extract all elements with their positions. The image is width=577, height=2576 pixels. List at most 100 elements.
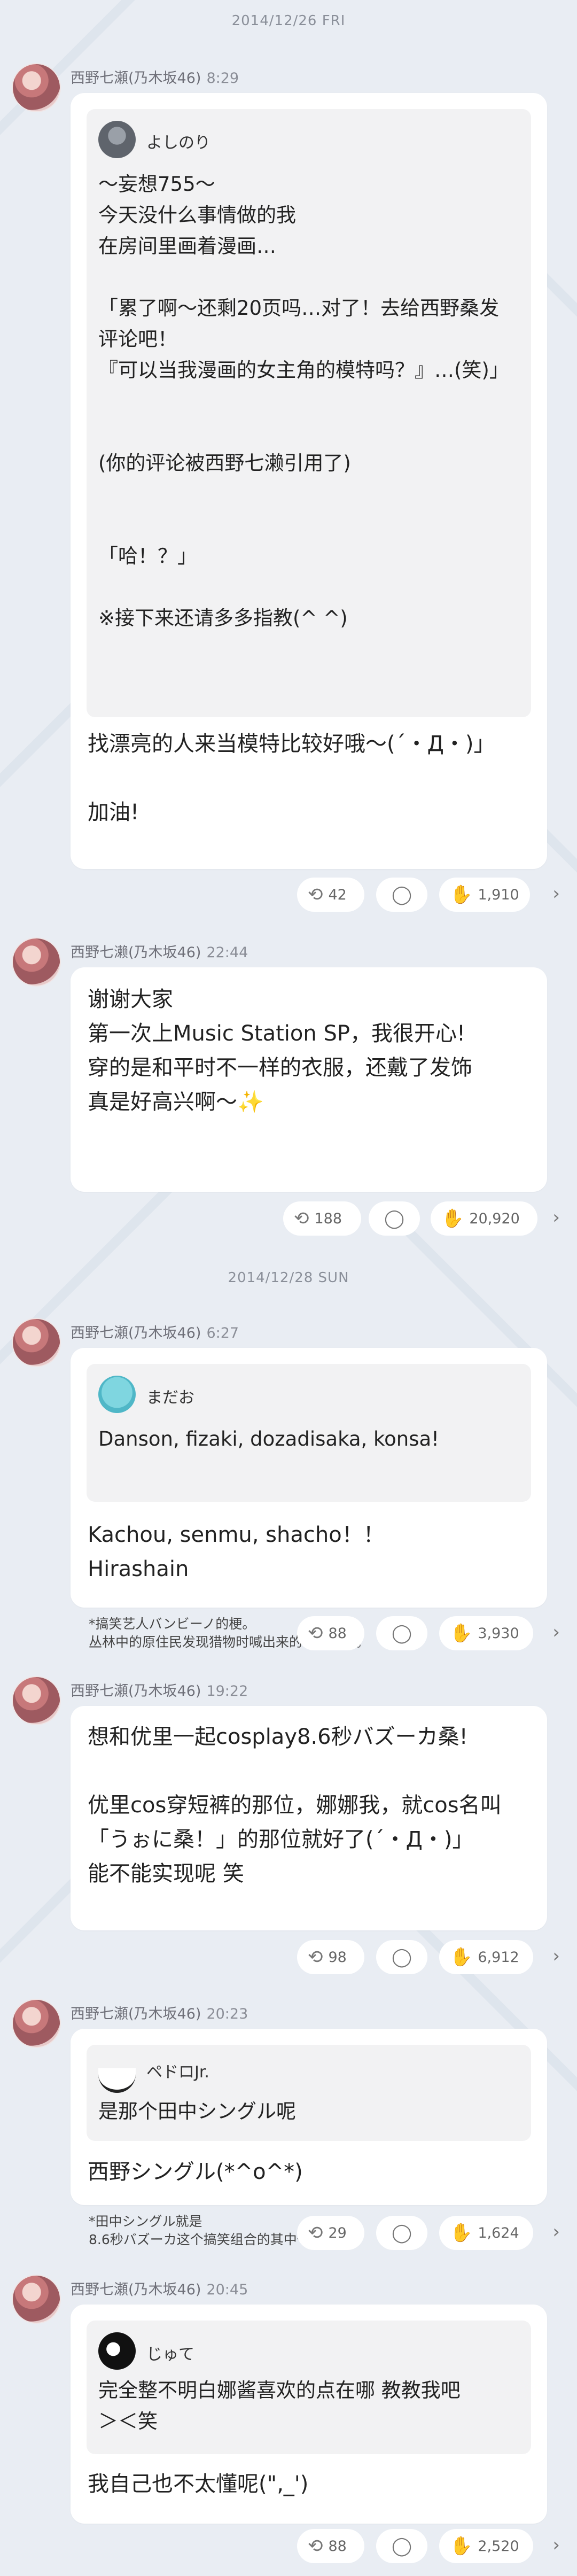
comment-icon: ◯ bbox=[391, 884, 412, 905]
like-count: 3,930 bbox=[478, 1625, 519, 1642]
post-text: Kachou, senmu, shacho！！ Hirashain bbox=[88, 1523, 385, 1581]
like-button[interactable]: ✋ 3,930 bbox=[439, 1616, 533, 1650]
post-author: 西野七瀬(乃木坂46) 8:29 bbox=[71, 66, 239, 87]
comment-icon: ◯ bbox=[391, 2535, 412, 2557]
quoted-comment[interactable]: ペドロJr. 是那个田中シングル呢 bbox=[87, 2045, 531, 2141]
post-actions: ⟲ 88 ◯ ✋ 3,930 › bbox=[0, 1616, 577, 1659]
avatar[interactable] bbox=[12, 2275, 61, 2324]
repost-count: 29 bbox=[328, 2224, 347, 2241]
avatar[interactable] bbox=[12, 1676, 61, 1725]
post-actions: ⟲ 98 ◯ ✋ 6,912 › bbox=[0, 1940, 577, 1983]
like-count: 2,520 bbox=[478, 2538, 519, 2555]
comment-icon: ◯ bbox=[384, 1208, 405, 1229]
post-time: 20:23 bbox=[206, 2006, 248, 2022]
like-count: 20,920 bbox=[469, 1210, 520, 1227]
repost-icon: ⟲ bbox=[294, 1208, 309, 1229]
quoted-comment[interactable]: じゅて 完全整不明白娜酱喜欢的点在哪 教教我吧 ＞＜笑 bbox=[87, 2321, 531, 2454]
comment-button[interactable]: ◯ bbox=[376, 2529, 427, 2563]
commenter-avatar bbox=[98, 1376, 136, 1413]
like-button[interactable]: ✋ 1,624 bbox=[439, 2216, 533, 2250]
clap-icon: ✋ bbox=[450, 2535, 473, 2557]
clap-icon: ✋ bbox=[450, 884, 473, 905]
date-separator: 2014/12/28 SUN bbox=[228, 1270, 349, 1286]
repost-icon: ⟲ bbox=[308, 884, 323, 905]
like-button[interactable]: ✋ 2,520 bbox=[439, 2529, 533, 2563]
post-text: 谢谢大家 第一次上Music Station SP，我很开心! 穿的是和平时不一… bbox=[88, 987, 472, 1114]
avatar[interactable] bbox=[12, 63, 61, 112]
post-author: 西野七瀬(乃木坂46) 20:23 bbox=[71, 2002, 248, 2023]
post-text: 找漂亮的人来当模特比较好哦〜(´・Д・)」 加油! bbox=[88, 732, 495, 825]
avatar[interactable] bbox=[12, 1999, 61, 2048]
post-card[interactable]: じゅて 完全整不明白娜酱喜欢的点在哪 教教我吧 ＞＜笑 我自己也不太懂呢("‚_… bbox=[71, 2305, 547, 2524]
comment-button[interactable]: ◯ bbox=[376, 1616, 427, 1650]
post-text: 想和优里一起cosplay8.6秒バズーカ桑! 优里cos穿短裤的那位，娜娜我，… bbox=[88, 1725, 502, 1886]
comment-icon: ◯ bbox=[391, 2222, 412, 2244]
post-actions: ⟲ 29 ◯ ✋ 1,624 › bbox=[0, 2216, 577, 2259]
post-card[interactable]: 谢谢大家 第一次上Music Station SP，我很开心! 穿的是和平时不一… bbox=[71, 967, 547, 1192]
repost-button[interactable]: ⟲ 188 bbox=[283, 1201, 361, 1236]
post-actions: ⟲ 188 ◯ ✋ 20,920 › bbox=[0, 1201, 577, 1244]
clap-icon: ✋ bbox=[450, 2222, 473, 2244]
repost-button[interactable]: ⟲ 98 bbox=[297, 1940, 364, 1974]
avatar[interactable] bbox=[12, 1318, 61, 1367]
quoted-text: Danson, fizaki, dozadisaka, konsa! bbox=[98, 1427, 440, 1450]
author-name: 西野七瀬(乃木坂46) bbox=[71, 1325, 201, 1341]
repost-icon: ⟲ bbox=[308, 2222, 323, 2244]
like-button[interactable]: ✋ 20,920 bbox=[431, 1201, 537, 1236]
post-card[interactable]: 想和优里一起cosplay8.6秒バズーカ桑! 优里cos穿短裤的那位，娜娜我，… bbox=[71, 1706, 547, 1930]
repost-count: 98 bbox=[328, 1949, 347, 1966]
repost-icon: ⟲ bbox=[308, 1623, 323, 1644]
author-name: 西野七瀬(乃木坂46) bbox=[71, 2282, 201, 2298]
date-separator: 2014/12/26 FRI bbox=[231, 13, 346, 29]
quoted-comment[interactable]: まだお Danson, fizaki, dozadisaka, konsa! bbox=[87, 1364, 531, 1502]
like-count: 1,910 bbox=[478, 886, 519, 903]
chevron-right-icon[interactable]: › bbox=[552, 1945, 560, 1967]
chevron-right-icon[interactable]: › bbox=[552, 1621, 560, 1643]
post-author: 西野七瀬(乃木坂46) 19:22 bbox=[71, 1679, 248, 1700]
repost-button[interactable]: ⟲ 88 bbox=[297, 2529, 364, 2563]
commenter-name: ペドロJr. bbox=[146, 2063, 209, 2082]
quoted-comment[interactable]: よしのり ～妄想755～ 今天没什么事情做的我 在房间里画着漫画… 「累了啊～还… bbox=[87, 109, 531, 717]
post-text: 西野シングル(*^o^*) bbox=[88, 2160, 303, 2184]
quoted-text: 完全整不明白娜酱喜欢的点在哪 教教我吧 ＞＜笑 bbox=[98, 2379, 461, 2433]
comment-button[interactable]: ◯ bbox=[376, 1940, 427, 1974]
like-button[interactable]: ✋ 6,912 bbox=[439, 1940, 533, 1974]
comment-button[interactable]: ◯ bbox=[376, 878, 427, 912]
comment-button[interactable]: ◯ bbox=[376, 2216, 427, 2250]
repost-count: 88 bbox=[328, 1625, 347, 1642]
chevron-right-icon[interactable]: › bbox=[552, 2534, 560, 2556]
author-name: 西野七濑(乃木坂46) bbox=[71, 944, 201, 961]
post-text: 我自己也不太懂呢("‚_') bbox=[88, 2472, 309, 2496]
avatar[interactable] bbox=[12, 937, 61, 987]
like-count: 1,624 bbox=[478, 2224, 519, 2241]
chevron-right-icon[interactable]: › bbox=[552, 2221, 560, 2243]
comment-button[interactable]: ◯ bbox=[369, 1201, 420, 1236]
repost-count: 188 bbox=[314, 1210, 342, 1227]
repost-count: 42 bbox=[328, 886, 347, 903]
post-actions: ⟲ 88 ◯ ✋ 2,520 › bbox=[0, 2529, 577, 2572]
repost-icon: ⟲ bbox=[308, 2535, 323, 2557]
post-author: 西野七瀬(乃木坂46) 6:27 bbox=[71, 1321, 239, 1342]
like-count: 6,912 bbox=[478, 1949, 519, 1966]
post-author: 西野七濑(乃木坂46) 22:44 bbox=[71, 941, 248, 961]
repost-button[interactable]: ⟲ 29 bbox=[297, 2216, 364, 2250]
like-button[interactable]: ✋ 1,910 bbox=[439, 878, 530, 912]
post-time: 22:44 bbox=[206, 944, 248, 961]
post-card[interactable]: まだお Danson, fizaki, dozadisaka, konsa! K… bbox=[71, 1348, 547, 1608]
post-card[interactable]: ペドロJr. 是那个田中シングル呢 西野シングル(*^o^*) bbox=[71, 2029, 547, 2205]
author-name: 西野七瀬(乃木坂46) bbox=[71, 2006, 201, 2022]
repost-button[interactable]: ⟲ 42 bbox=[297, 878, 364, 912]
clap-icon: ✋ bbox=[450, 1623, 473, 1644]
commenter-name: よしのり bbox=[146, 134, 210, 152]
chevron-right-icon[interactable]: › bbox=[552, 1207, 560, 1228]
repost-button[interactable]: ⟲ 88 bbox=[297, 1616, 364, 1650]
commenter-name: じゅて bbox=[146, 2345, 194, 2364]
comment-icon: ◯ bbox=[391, 1946, 412, 1968]
author-name: 西野七瀬(乃木坂46) bbox=[71, 1683, 201, 1700]
chevron-right-icon[interactable]: › bbox=[552, 883, 560, 904]
quoted-text: ～妄想755～ 今天没什么事情做的我 在房间里画着漫画… 「累了啊～还剩20页吗… bbox=[98, 173, 509, 630]
post-time: 20:45 bbox=[206, 2282, 248, 2298]
commenter-avatar bbox=[98, 2332, 136, 2370]
post-card[interactable]: よしのり ～妄想755～ 今天没什么事情做的我 在房间里画着漫画… 「累了啊～还… bbox=[71, 93, 547, 869]
commenter-avatar bbox=[98, 121, 136, 158]
